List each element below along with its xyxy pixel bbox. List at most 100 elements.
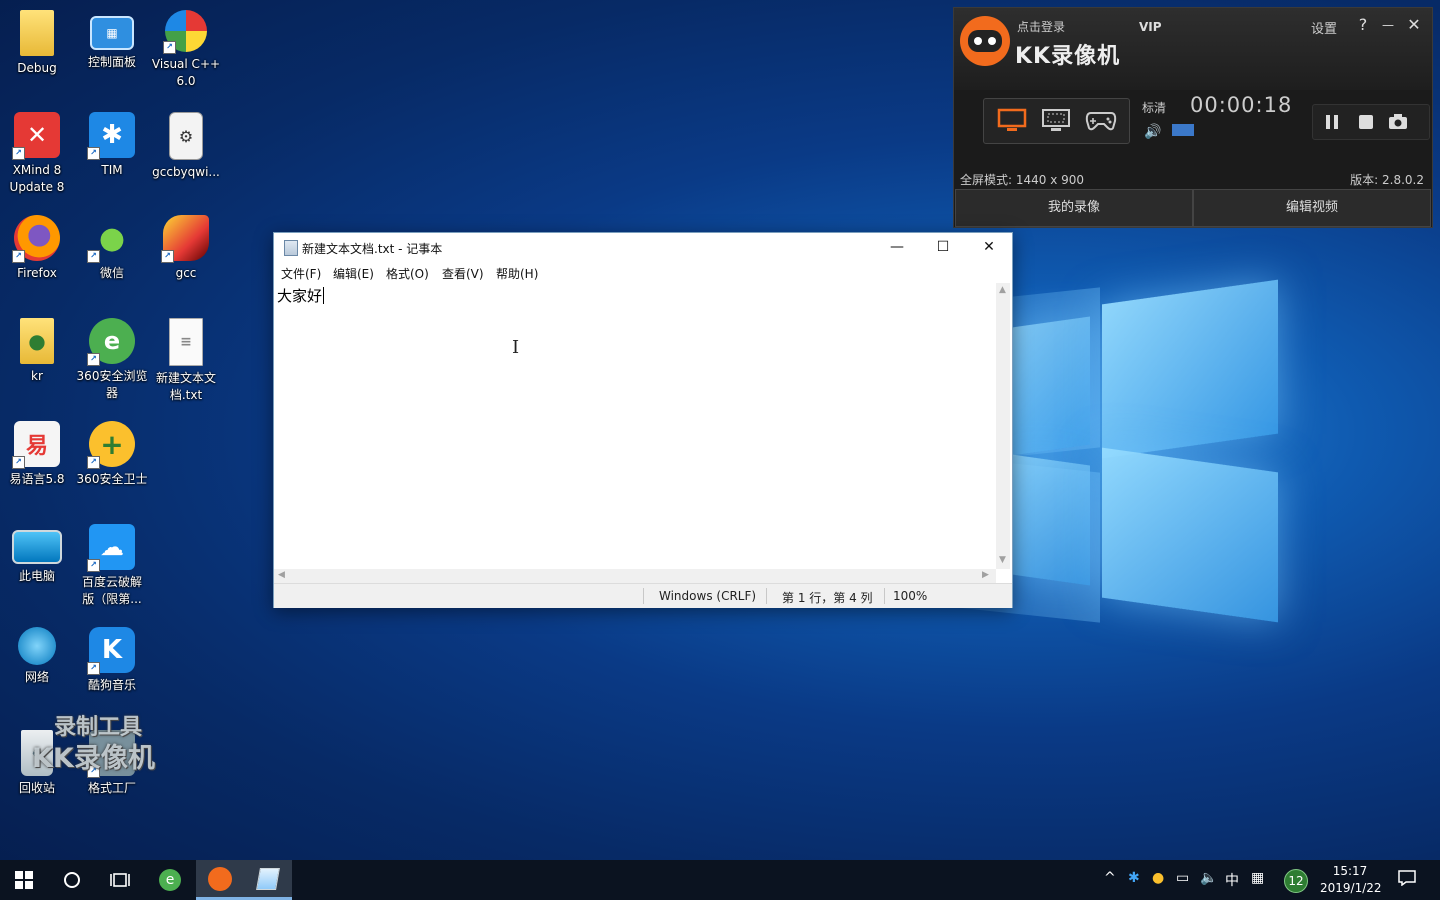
kk-settings-button[interactable]: 设置 xyxy=(1311,18,1337,37)
user-folder-icon: ● xyxy=(20,318,54,364)
desktop-icon-wechat[interactable]: ● ↗ 微信 xyxy=(75,215,149,282)
kk-logo-icon xyxy=(960,16,1010,66)
taskbar-notepad[interactable] xyxy=(244,860,292,900)
menu-format[interactable]: 格式(O) xyxy=(386,265,429,282)
tray-app-icon-2[interactable]: ● xyxy=(1152,870,1164,886)
desktop-icon-360-security[interactable]: + ↗ 360安全卫士 xyxy=(75,421,149,488)
pause-icon[interactable] xyxy=(1321,111,1343,133)
kk-login-link[interactable]: 点击登录 xyxy=(1017,18,1065,35)
desktop-icon-label: 360安全卫士 xyxy=(76,472,148,486)
browser-360-icon: e ↗ xyxy=(87,318,135,366)
network-icon xyxy=(18,627,56,665)
action-center-icon[interactable] xyxy=(1398,870,1416,890)
taskbar-360-browser[interactable]: e xyxy=(146,860,194,900)
taskbar-clock[interactable]: 15:17 2019/1/22 xyxy=(1320,863,1382,897)
eyuyan-icon: 易 ↗ xyxy=(12,421,60,469)
desktop-icon-label: XMind 8 Update 8 xyxy=(9,163,65,194)
desktop-icon-tim[interactable]: ✱ ↗ TIM xyxy=(75,112,149,179)
desktop-icon-eyuyan[interactable]: 易 ↗ 易语言5.8 xyxy=(0,421,74,488)
desktop-icon-label: TIM xyxy=(101,163,123,177)
menu-file[interactable]: 文件(F) xyxy=(281,265,321,282)
edit-video-button[interactable]: 编辑视频 xyxy=(1193,189,1431,227)
tim-icon: ✱ ↗ xyxy=(87,112,135,160)
search-button[interactable] xyxy=(48,860,96,900)
baidu-cloud-icon: ☁ ↗ xyxy=(87,524,135,572)
kk-minimize-button[interactable]: — xyxy=(1377,14,1399,36)
ime-indicator[interactable]: 中 xyxy=(1225,870,1239,890)
desktop-icon-360-browser[interactable]: e ↗ 360安全浏览 器 xyxy=(75,318,149,402)
notepad-statusbar: Windows (CRLF) 第 1 行，第 4 列 100% xyxy=(274,583,1012,608)
file-icon: ⚙ xyxy=(169,112,203,160)
desktop-icon-visual-cpp[interactable]: ↗ Visual C++ 6.0 xyxy=(149,10,223,90)
desktop-icon-this-pc[interactable]: 此电脑 xyxy=(0,524,74,585)
xmind-icon: ✕ ↗ xyxy=(12,112,60,160)
kk-volume-bar[interactable] xyxy=(1172,124,1194,136)
scroll-left-icon[interactable]: ◀ xyxy=(278,570,285,580)
kk-vip-badge[interactable]: VIP xyxy=(1139,20,1162,34)
kk-help-button[interactable]: ? xyxy=(1352,14,1374,36)
task-view-button[interactable] xyxy=(96,860,144,900)
desktop-icon-label: 控制面板 xyxy=(87,55,136,69)
desktop-icon-label: 回收站 xyxy=(18,781,55,795)
start-button[interactable] xyxy=(0,860,48,900)
menu-edit[interactable]: 编辑(E) xyxy=(333,265,374,282)
status-position: 第 1 行，第 4 列 xyxy=(782,591,873,605)
security-360-icon: + ↗ xyxy=(87,421,135,469)
tray-app-icon-1[interactable]: ✱ xyxy=(1128,870,1140,886)
network-tray-icon[interactable]: ▭ xyxy=(1176,870,1189,886)
desktop-icon-label: 酷狗音乐 xyxy=(87,678,136,692)
desktop-icon-label: 易语言5.8 xyxy=(9,472,65,486)
desktop-icon-baidu-cloud[interactable]: ☁ ↗ 百度云破解 版（限第... xyxy=(75,524,149,608)
camera-icon[interactable] xyxy=(1387,111,1409,133)
my-recordings-button[interactable]: 我的录像 xyxy=(955,189,1193,227)
desktop-icon-xmind[interactable]: ✕ ↗ XMind 8 Update 8 xyxy=(0,112,74,196)
gcc-icon: ↗ xyxy=(161,215,209,263)
desktop-icon-label: 网络 xyxy=(24,670,49,684)
scroll-right-icon[interactable]: ▶ xyxy=(982,570,989,580)
desktop-icon-label: Debug xyxy=(17,61,57,75)
desktop-icon-gccbyqwi[interactable]: ⚙ gccbyqwi... xyxy=(149,112,223,181)
taskbar: e ^ ✱ ● ▭ 🔈 中 ▦ 12 15:17 2019/1/22 xyxy=(0,860,1440,900)
desktop-icon-label: 360安全浏览 器 xyxy=(76,369,148,400)
fullscreen-mode-icon[interactable] xyxy=(997,107,1029,135)
menu-view[interactable]: 查看(V) xyxy=(442,265,484,282)
region-mode-icon[interactable] xyxy=(1041,107,1073,135)
desktop-icon-new-text-file[interactable]: ≡ 新建文本文 档.txt xyxy=(149,318,223,404)
close-button[interactable]: ✕ xyxy=(966,233,1012,261)
watermark-line2: KK录像机 xyxy=(32,743,155,774)
desktop-icon-kugou[interactable]: K ↗ 酷狗音乐 xyxy=(75,627,149,694)
volume-tray-icon[interactable]: 🔈 xyxy=(1200,870,1217,886)
stop-icon[interactable] xyxy=(1355,111,1377,133)
minimize-button[interactable]: — xyxy=(874,233,920,261)
game-mode-icon[interactable] xyxy=(1085,107,1117,135)
scroll-down-icon[interactable]: ▼ xyxy=(999,555,1006,565)
status-divider xyxy=(884,588,885,604)
menu-help[interactable]: 帮助(H) xyxy=(496,265,538,282)
scroll-up-icon[interactable]: ▲ xyxy=(999,285,1006,295)
desktop-icon-control-panel[interactable]: ▦ 控制面板 xyxy=(75,10,149,71)
desktop-icon-gcc[interactable]: ↗ gcc xyxy=(149,215,223,282)
editor-text: 大家好 xyxy=(277,285,325,306)
volume-icon[interactable]: 🔊 xyxy=(1144,124,1161,140)
desktop-icon-label: kr xyxy=(31,369,43,383)
kk-close-button[interactable]: ✕ xyxy=(1403,14,1425,36)
notification-count-badge[interactable]: 12 xyxy=(1284,869,1308,893)
desktop-icon-network[interactable]: 网络 xyxy=(0,627,74,686)
desktop-icon-debug[interactable]: Debug xyxy=(0,10,74,77)
kk-recorder-icon xyxy=(208,866,232,891)
desktop-icon-kr[interactable]: ● kr xyxy=(0,318,74,385)
tray-overflow-icon[interactable]: ^ xyxy=(1104,870,1116,886)
search-circle-icon xyxy=(64,872,80,888)
taskbar-kk-recorder[interactable] xyxy=(196,860,244,900)
notepad-icon xyxy=(284,240,298,256)
kk-quality-selector[interactable]: 标清 xyxy=(1142,99,1166,116)
desktop-icon-label: gccbyqwi... xyxy=(152,165,220,179)
notepad-titlebar[interactable]: 新建文本文档.txt - 记事本 — ☐ ✕ xyxy=(274,233,1012,261)
maximize-button[interactable]: ☐ xyxy=(920,233,966,261)
ime-grid-icon[interactable]: ▦ xyxy=(1251,870,1264,886)
horizontal-scrollbar[interactable]: ◀ ▶ xyxy=(274,569,996,583)
vertical-scrollbar[interactable]: ▲ ▼ xyxy=(996,283,1010,569)
editor-content: 大家好 xyxy=(277,287,323,305)
text-editor-area[interactable] xyxy=(274,283,996,569)
desktop-icon-firefox[interactable]: ↗ Firefox xyxy=(0,215,74,282)
